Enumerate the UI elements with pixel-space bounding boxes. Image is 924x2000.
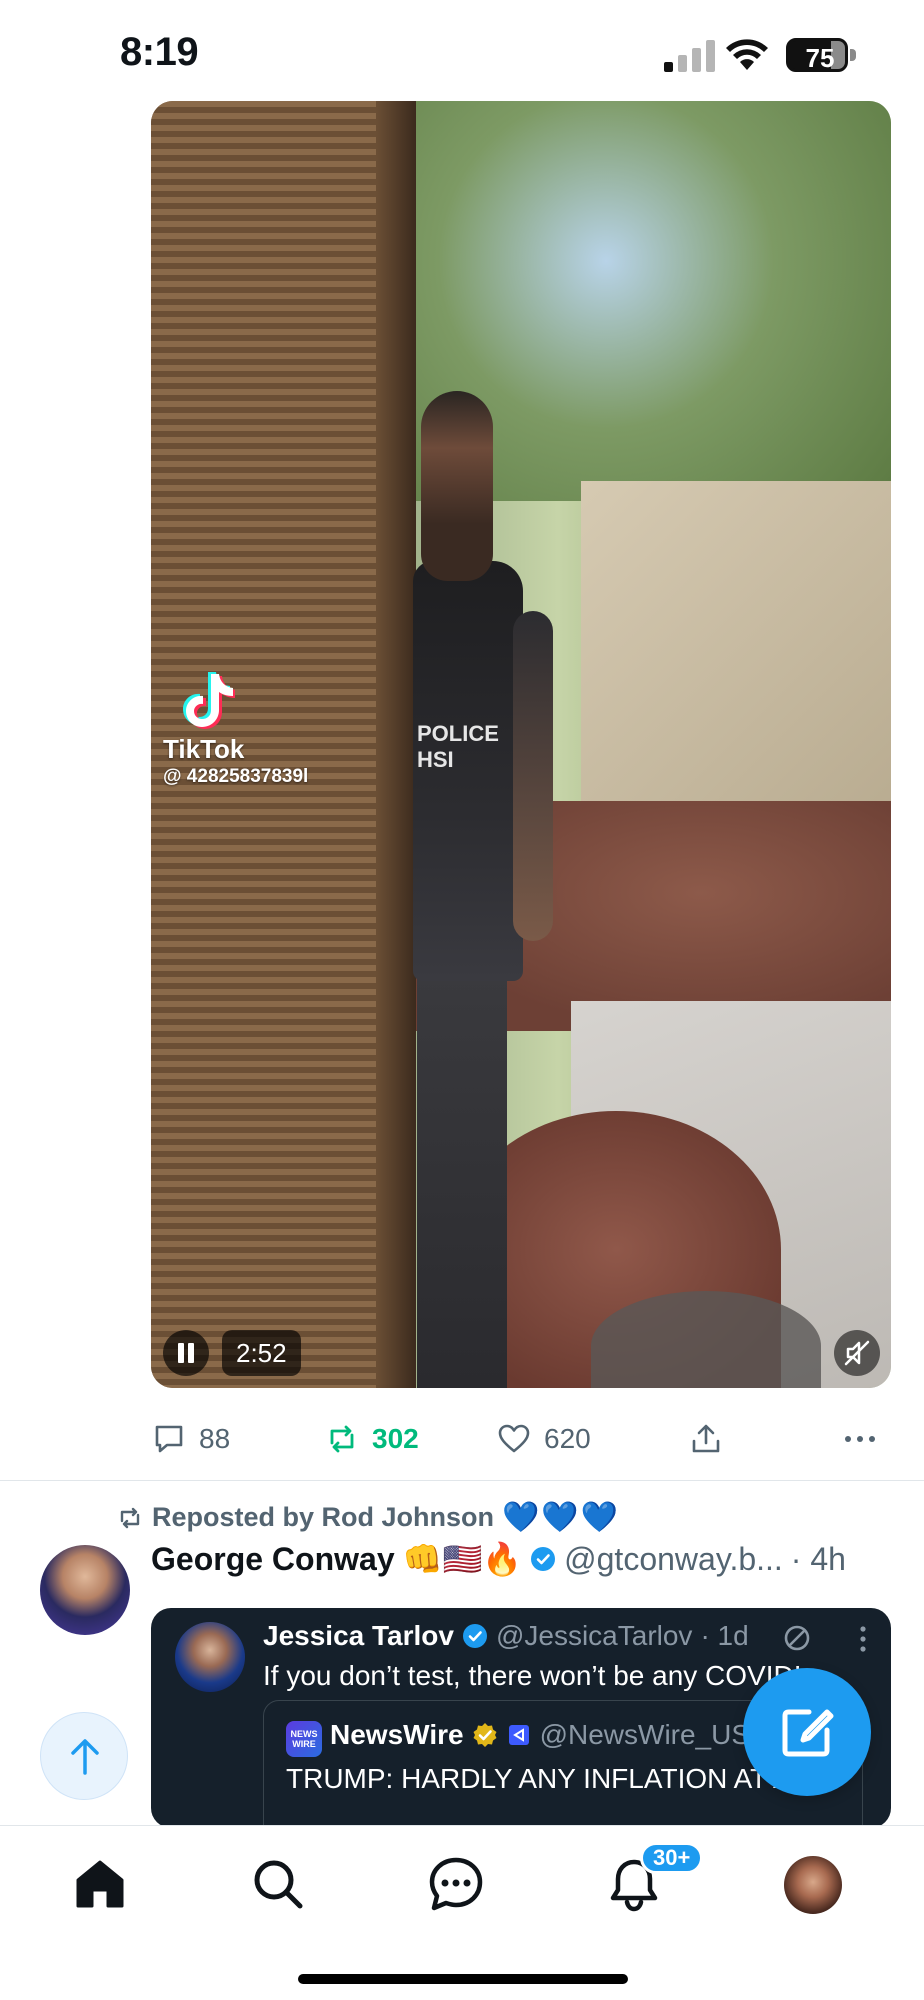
quoted-tweet-time: · 1d (700, 1620, 749, 1651)
more-options-button[interactable] (842, 1414, 878, 1464)
home-indicator[interactable] (298, 1974, 628, 1984)
cellular-signal-icon (664, 40, 715, 72)
quoted-author-handle[interactable]: @JessicaTarlov (496, 1620, 692, 1652)
repost-icon (120, 1507, 140, 1528)
muted-speaker-icon (844, 1340, 870, 1366)
wifi-icon (726, 39, 768, 70)
verified-badge-icon (462, 1624, 487, 1648)
repost-emojis: 💙💙💙 (502, 1501, 621, 1534)
reply-count: 88 (199, 1423, 231, 1454)
more-icon (845, 1436, 875, 1442)
like-icon (498, 1424, 530, 1453)
repost-indicator[interactable]: Reposted by Rod Johnson 💙💙💙 (116, 1500, 620, 1535)
author-avatar[interactable] (40, 1545, 130, 1635)
compose-button[interactable] (743, 1668, 871, 1796)
profile-avatar[interactable] (784, 1856, 842, 1914)
reply-button[interactable]: 88 (151, 1414, 230, 1464)
tiktok-watermark: TikTok @ 42825837839l (163, 670, 363, 790)
not-interested-icon[interactable] (781, 1622, 813, 1654)
notifications-badge: 30+ (640, 1842, 704, 1874)
grok-chat-icon[interactable] (426, 1854, 486, 1914)
tiktok-label: TikTok (163, 734, 245, 764)
newswire-logo: NEWS WIRE (286, 1721, 322, 1757)
pause-icon (178, 1343, 184, 1363)
inner-author-name[interactable]: NewsWire (330, 1719, 464, 1751)
arrow-up-icon (71, 1739, 99, 1775)
retweet-button[interactable]: 302 (324, 1414, 419, 1464)
retweet-icon (330, 1425, 354, 1453)
scroll-to-top-button[interactable] (40, 1712, 128, 1800)
quoted-tweet-header: Jessica Tarlov @JessicaTarlov · 1d (263, 1620, 749, 1652)
quoted-tweet-text: If you don’t test, there won’t be any CO… (263, 1660, 802, 1691)
home-icon[interactable] (70, 1854, 130, 1914)
pause-button[interactable] (163, 1330, 209, 1376)
reply-icon (155, 1425, 183, 1453)
quoted-author-avatar[interactable] (175, 1622, 245, 1692)
bottom-navigation: 30+ (0, 1825, 924, 2000)
tweet-actions: 88 302 620 (0, 1400, 924, 1480)
tweet-time: · 4h (790, 1540, 846, 1577)
author-handle[interactable]: @gtconway.b... (564, 1541, 783, 1578)
vest-badge-text: POLICE HSI (417, 721, 499, 772)
inner-author-handle[interactable]: @NewsWire_US (540, 1719, 750, 1751)
retweet-count: 302 (372, 1423, 419, 1454)
gold-verified-badge-icon (473, 1723, 497, 1747)
repost-label: Reposted by Rod Johnson (152, 1502, 495, 1532)
status-time: 8:19 (120, 30, 199, 74)
quoted-author-name[interactable]: Jessica Tarlov (263, 1620, 454, 1652)
like-button[interactable]: 620 (496, 1414, 591, 1464)
compose-icon (782, 1709, 834, 1757)
share-button[interactable] (688, 1414, 724, 1464)
tiktok-logo-icon (183, 672, 235, 729)
affiliate-badge-icon (508, 1725, 529, 1745)
tiktok-handle: @ 42825837839l (163, 766, 309, 787)
video-duration: 2:52 (222, 1330, 301, 1376)
mute-button[interactable] (834, 1330, 880, 1376)
video-person: POLICE HSI (413, 391, 573, 1388)
like-count: 620 (544, 1423, 591, 1454)
share-icon (692, 1424, 720, 1453)
battery-percent: 75 (805, 43, 835, 72)
author-emojis: 👊🇺🇸🔥 (402, 1541, 523, 1577)
tweet-divider (0, 1480, 924, 1481)
search-icon[interactable] (248, 1854, 308, 1914)
tweet-author-line: George Conway 👊🇺🇸🔥 @gtconway.b... · 4h (151, 1540, 846, 1578)
author-name[interactable]: George Conway (151, 1541, 395, 1578)
status-bar: 8:19 75 (0, 0, 924, 100)
verified-badge-icon (531, 1547, 556, 1571)
quoted-more-icon[interactable] (851, 1624, 875, 1654)
battery-indicator: 75 (786, 38, 856, 72)
inner-quote-header: NewsWire @NewsWire_US (330, 1719, 750, 1751)
